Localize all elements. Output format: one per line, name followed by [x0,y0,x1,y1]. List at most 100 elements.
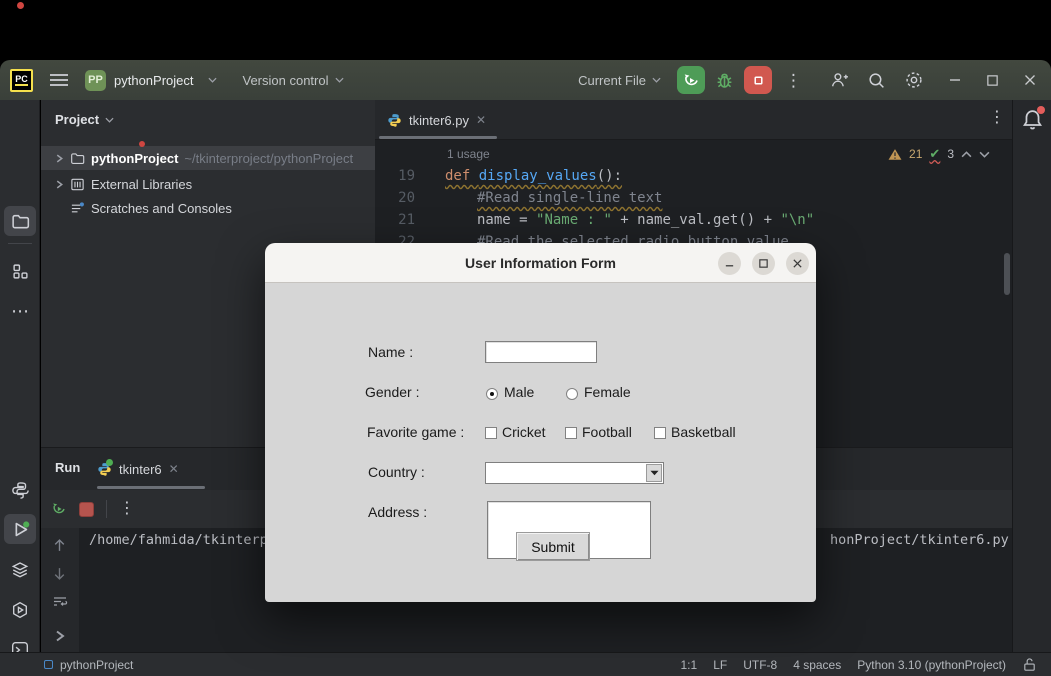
tree-item-label: External Libraries [91,176,193,192]
code-line-19: def display_values(): [445,168,623,184]
notifications-bell-icon[interactable] [1021,106,1045,131]
status-bar: pythonProject 1:1 LF UTF-8 4 spaces Pyth… [0,652,1051,676]
run-tool-icon[interactable] [4,514,36,544]
close-tab-icon[interactable]: ✕ [476,113,486,127]
arrow-down-icon[interactable] [52,566,67,581]
maximize-window-icon[interactable] [986,74,999,87]
submit-button[interactable]: Submit [516,532,590,561]
line-separator[interactable]: LF [713,658,727,672]
dialog-minimize-icon[interactable] [718,252,741,275]
project-panel-title: Project [55,112,100,127]
more-actions-icon[interactable]: ⋮ [785,72,802,89]
python-console-icon[interactable] [4,475,36,505]
dialog-body: Name : Gender : Male Female Favorite gam… [265,283,816,602]
combobox-arrow-icon[interactable] [646,464,662,482]
project-tool-icon[interactable] [4,206,36,236]
project-name: pythonProject [114,72,194,88]
python-run-icon [97,458,113,477]
structure-tool-icon[interactable] [4,256,36,286]
country-combobox[interactable] [485,462,664,484]
active-tab-indicator [97,486,205,489]
run-tab-tkinter6[interactable]: tkinter6 ✕ [97,455,179,483]
active-tab-indicator [379,136,497,139]
caret-position[interactable]: 1:1 [681,658,698,672]
python-interpreter[interactable]: Python 3.10 (pythonProject) [857,658,1006,672]
female-radio[interactable] [566,388,578,400]
line-number: 20 [398,190,415,206]
editor-tab-label: tkinter6.py [409,112,469,128]
editor-tab-tkinter6[interactable]: tkinter6.py ✕ [379,105,494,135]
dialog-maximize-icon[interactable] [752,252,775,275]
project-widget[interactable]: PP pythonProject [85,69,217,91]
vertical-scrollbar[interactable] [1004,253,1010,295]
tree-item-python-project[interactable]: pythonProject ~/tkinterproject/pythonPro… [41,146,375,170]
soft-wrap-icon[interactable] [52,593,68,609]
female-option-label[interactable]: Female [584,384,631,400]
run-config-selector[interactable]: Current File [578,73,661,88]
search-icon[interactable] [867,71,886,90]
indent-style[interactable]: 4 spaces [793,658,841,672]
hamburger-menu-icon[interactable] [49,73,69,87]
tree-item-scratches[interactable]: Scratches and Consoles [41,196,375,220]
chevron-right-icon[interactable] [55,180,64,189]
tree-item-external-libraries[interactable]: External Libraries [41,172,375,196]
basketball-option-label[interactable]: Basketball [671,424,736,440]
stripe-divider [8,243,32,244]
tree-item-path: ~/tkinterproject/pythonProject [184,150,354,166]
male-radio[interactable] [486,388,498,400]
more-tools-icon[interactable]: ⋯ [4,296,36,326]
services-layers-icon[interactable] [4,555,36,585]
rerun-button[interactable] [677,66,705,94]
run-anything-hexagon-icon[interactable] [4,595,36,625]
line-number: 21 [398,212,415,228]
settings-gear-icon[interactable] [904,70,924,90]
minimize-window-icon[interactable] [948,73,962,87]
name-label: Name : [368,344,414,360]
close-tab-icon[interactable]: ✕ [169,462,179,476]
screen: PC PP pythonProject Version control Curr… [0,0,1051,676]
add-user-icon[interactable] [830,71,849,90]
code-line-21: name = "Name : " + name_val.get() + "\n" [477,212,815,228]
run-panel-title[interactable]: Run [55,460,80,475]
basketball-checkbox[interactable] [654,427,666,439]
lock-open-icon[interactable] [1022,657,1037,672]
chevron-right-icon[interactable] [54,630,66,642]
cricket-checkbox[interactable] [485,427,497,439]
close-window-icon[interactable] [1023,73,1037,87]
notification-badge [1037,106,1045,114]
stop-console-icon[interactable] [79,501,94,517]
chevron-down-icon [334,77,344,83]
rerun-console-icon[interactable] [51,501,67,517]
stop-button[interactable] [744,66,772,94]
cricket-option-label[interactable]: Cricket [502,424,546,440]
inspections-widget[interactable]: 21 ✔ 3 [888,146,990,162]
male-option-label[interactable]: Male [504,384,534,400]
editor-options-icon[interactable]: ⋮ [989,110,1005,126]
project-panel-header[interactable]: Project [41,100,375,127]
version-control-widget[interactable]: Version control [243,73,344,88]
check-icon: ✔ [929,146,941,161]
code-line-20: #Read single-line text [477,190,663,206]
line-number: 19 [398,168,415,184]
dialog-close-icon[interactable] [786,252,809,275]
warning-count: 21 [909,147,923,161]
file-encoding[interactable]: UTF-8 [743,658,777,672]
tree-item-label: pythonProject [91,150,179,166]
status-project-widget[interactable]: pythonProject [0,658,133,672]
pycharm-logo-text: PC [15,74,28,86]
console-output-right: honProject/tkinter6.py [830,532,1009,548]
chevron-up-icon[interactable] [961,150,972,158]
address-label: Address : [368,504,428,520]
chevron-right-icon[interactable] [55,154,64,163]
football-option-label[interactable]: Football [582,424,632,440]
console-options-icon[interactable]: ⋮ [119,501,135,517]
dialog-titlebar[interactable]: User Information Form [265,243,816,283]
python-file-icon [388,113,401,127]
debug-button[interactable] [715,71,734,90]
name-input[interactable] [485,341,597,363]
chevron-down-icon[interactable] [979,151,990,158]
pycharm-logo-icon[interactable]: PC [10,68,33,92]
football-checkbox[interactable] [565,427,577,439]
usage-hint[interactable]: 1 usage [447,147,490,161]
arrow-up-icon[interactable] [52,538,67,553]
